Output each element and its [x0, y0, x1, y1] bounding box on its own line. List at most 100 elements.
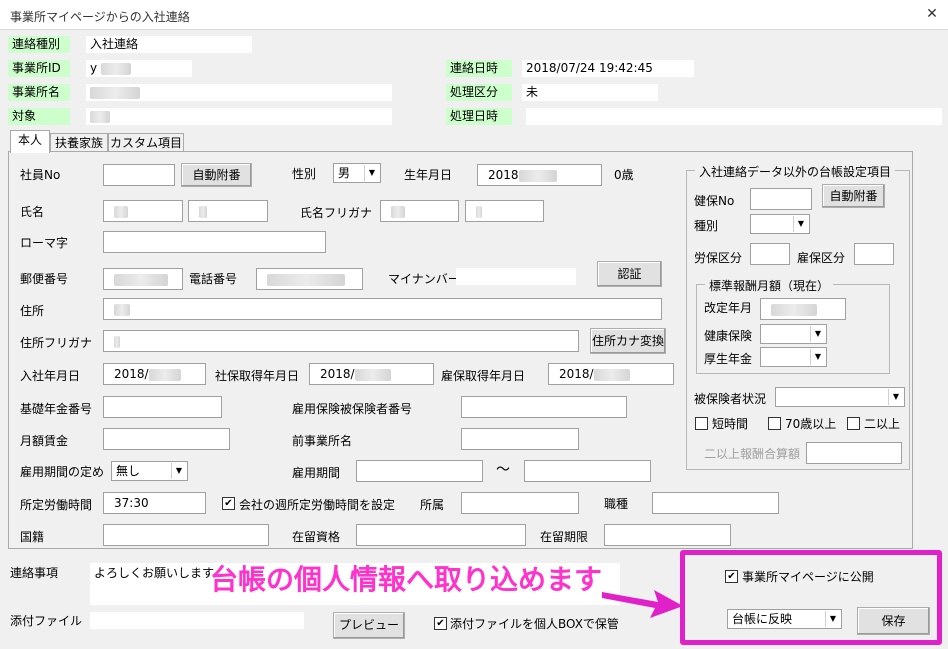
kosei-select[interactable]: ▼: [760, 347, 827, 367]
koyo-kikan-start-input[interactable]: [356, 460, 483, 482]
kenko-select[interactable]: ▼: [760, 324, 827, 344]
getsugaku-input[interactable]: [103, 428, 230, 450]
kenpo-no-input[interactable]: [750, 188, 812, 210]
koyo-kikan-label: 雇用期間: [292, 466, 341, 480]
zairyu-shikaku-input[interactable]: [356, 524, 526, 546]
sei-input[interactable]: [103, 200, 183, 222]
ninsho-button[interactable]: 認証: [597, 261, 662, 287]
roho-input[interactable]: [750, 243, 790, 265]
zen-jigyosho-label: 前事業所名: [292, 434, 353, 448]
koho-input[interactable]: 2018/: [548, 363, 674, 385]
seinengappi-label: 生年月日: [404, 168, 453, 182]
renraku-nichiji-label: 連絡日時: [446, 60, 512, 77]
close-icon[interactable]: ✕: [922, 4, 942, 24]
kaitei-input[interactable]: [760, 298, 846, 320]
koho-kubun-input[interactable]: [854, 243, 894, 265]
niijo-gassan-input[interactable]: [806, 442, 902, 464]
kokuseki-input[interactable]: [103, 524, 269, 546]
chevron-down-icon: ▼: [810, 349, 825, 365]
tanjikan-label: 短時間: [712, 417, 749, 431]
seibetsu-select[interactable]: 男 ▼: [333, 163, 381, 183]
nyusha-input[interactable]: 2018/: [103, 363, 206, 385]
yubin-label: 郵便番号: [20, 272, 69, 286]
tab-fuyo-kazoku[interactable]: 扶養家族: [50, 133, 108, 153]
mei-furigana-input[interactable]: [465, 200, 544, 222]
chevron-down-icon: ▼: [793, 216, 808, 232]
tempu-box-label: 添付ファイルを個人BOXで保管: [450, 617, 619, 631]
chevron-down-icon: ▼: [888, 389, 903, 405]
jusho-label: 住所: [20, 304, 45, 318]
window-title: 事業所マイページからの入社連絡: [10, 10, 190, 24]
mynumber-value: [456, 268, 576, 285]
yubin-input[interactable]: [103, 268, 183, 290]
tab-honnin[interactable]: 本人: [10, 130, 50, 153]
shokushu-input[interactable]: [652, 492, 779, 514]
auto-number-button[interactable]: 自動附番: [181, 163, 252, 187]
tab-custom[interactable]: カスタム項目: [108, 133, 184, 153]
kana-henkan-button[interactable]: 住所カナ変換: [590, 328, 666, 354]
jusho-furigana-input[interactable]: [103, 330, 579, 352]
age-value: 0歳: [614, 168, 634, 182]
getsugaku-label: 月額賃金: [20, 434, 69, 448]
chevron-down-icon: ▼: [810, 326, 825, 342]
kenpo-no-label: 健保No: [694, 194, 735, 208]
hihokensha-label: 被保険者状況: [694, 392, 767, 406]
shaho-input[interactable]: 2018/: [309, 363, 434, 385]
shain-no-label: 社員No: [20, 168, 61, 182]
shotei-input[interactable]: 37:30: [103, 492, 206, 514]
preview-button[interactable]: プレビュー: [333, 612, 405, 639]
tempu-label: 添付ファイル: [10, 614, 83, 628]
taisho-label: 対象: [8, 108, 70, 125]
nyusha-label: 入社年月日: [20, 369, 81, 383]
koho-label: 雇保取得年月日: [441, 369, 526, 383]
shimei-furigana-label: 氏名フリガナ: [300, 206, 373, 220]
tempu-box-checkbox[interactable]: ✔: [434, 617, 447, 630]
shubetsu-label: 種別: [694, 219, 719, 233]
seinengappi-input[interactable]: 2018: [477, 164, 602, 186]
koyo-hoken-no-input[interactable]: [461, 396, 627, 418]
kiso-nenkin-input[interactable]: [103, 396, 222, 418]
seibetsu-label: 性別: [292, 167, 317, 181]
over70-label: 70歳以上: [785, 417, 837, 431]
over70-checkbox[interactable]: [768, 417, 781, 430]
koyo-kikan-end-input[interactable]: [524, 460, 651, 482]
annotation-text: 台帳の個人情報へ取り込めます: [210, 563, 603, 596]
jusho-furigana-label: 住所フリガナ: [20, 336, 93, 350]
jigyosho-id-value: y: [86, 60, 192, 77]
taisho-value: [86, 108, 392, 125]
koyo-kikan-sadame-select[interactable]: 無し ▼: [111, 461, 188, 481]
mei-input[interactable]: [188, 200, 268, 222]
denwa-input[interactable]: [256, 268, 363, 290]
hihokensha-select[interactable]: ▼: [775, 387, 905, 407]
kaitei-label: 改定年月: [704, 301, 753, 315]
sei-furigana-input[interactable]: [380, 200, 459, 222]
shozoku-input[interactable]: [461, 492, 579, 514]
niijo-checkbox[interactable]: [847, 417, 860, 430]
zairyu-kigen-input[interactable]: [604, 524, 731, 546]
niijo-label: 二以上: [864, 417, 901, 431]
koyo-kikan-sadame-label: 雇用期間の定め: [20, 465, 105, 479]
side-group-title: 入社連絡データ以外の台帳設定項目: [695, 163, 896, 180]
jigyosho-mei-label: 事業所名: [8, 84, 70, 101]
jigyosho-mei-value: [86, 84, 392, 101]
side-auto-number-button[interactable]: 自動附番: [822, 184, 885, 208]
tempu-value: [90, 612, 304, 629]
renraku-jiko-label: 連絡事項: [10, 566, 59, 580]
zen-jigyosho-input[interactable]: [461, 428, 579, 450]
kaisha-shotei-checkbox[interactable]: ✔: [222, 497, 235, 510]
renraku-nichiji-value: 2018/07/24 19:42:45: [522, 60, 694, 77]
tanjikan-checkbox[interactable]: [695, 417, 708, 430]
niijo-gassan-label: 二以上報酬合算額: [704, 447, 801, 461]
shubetsu-select[interactable]: ▼: [750, 214, 810, 234]
kiso-nenkin-label: 基礎年金番号: [20, 402, 93, 416]
shori-kubun-label: 処理区分: [446, 84, 512, 101]
romaji-label: ローマ字: [20, 236, 69, 250]
shimei-label: 氏名: [20, 205, 45, 219]
renraku-shubetsu-label: 連絡種別: [8, 36, 70, 53]
romaji-input[interactable]: [103, 231, 326, 253]
jusho-input[interactable]: [103, 298, 662, 320]
shori-kubun-value: 未: [522, 84, 658, 101]
koyo-hoken-no-label: 雇用保険被保険者番号: [292, 402, 413, 416]
mynumber-label: マイナンバー: [388, 272, 460, 286]
shain-no-input[interactable]: [103, 164, 175, 186]
